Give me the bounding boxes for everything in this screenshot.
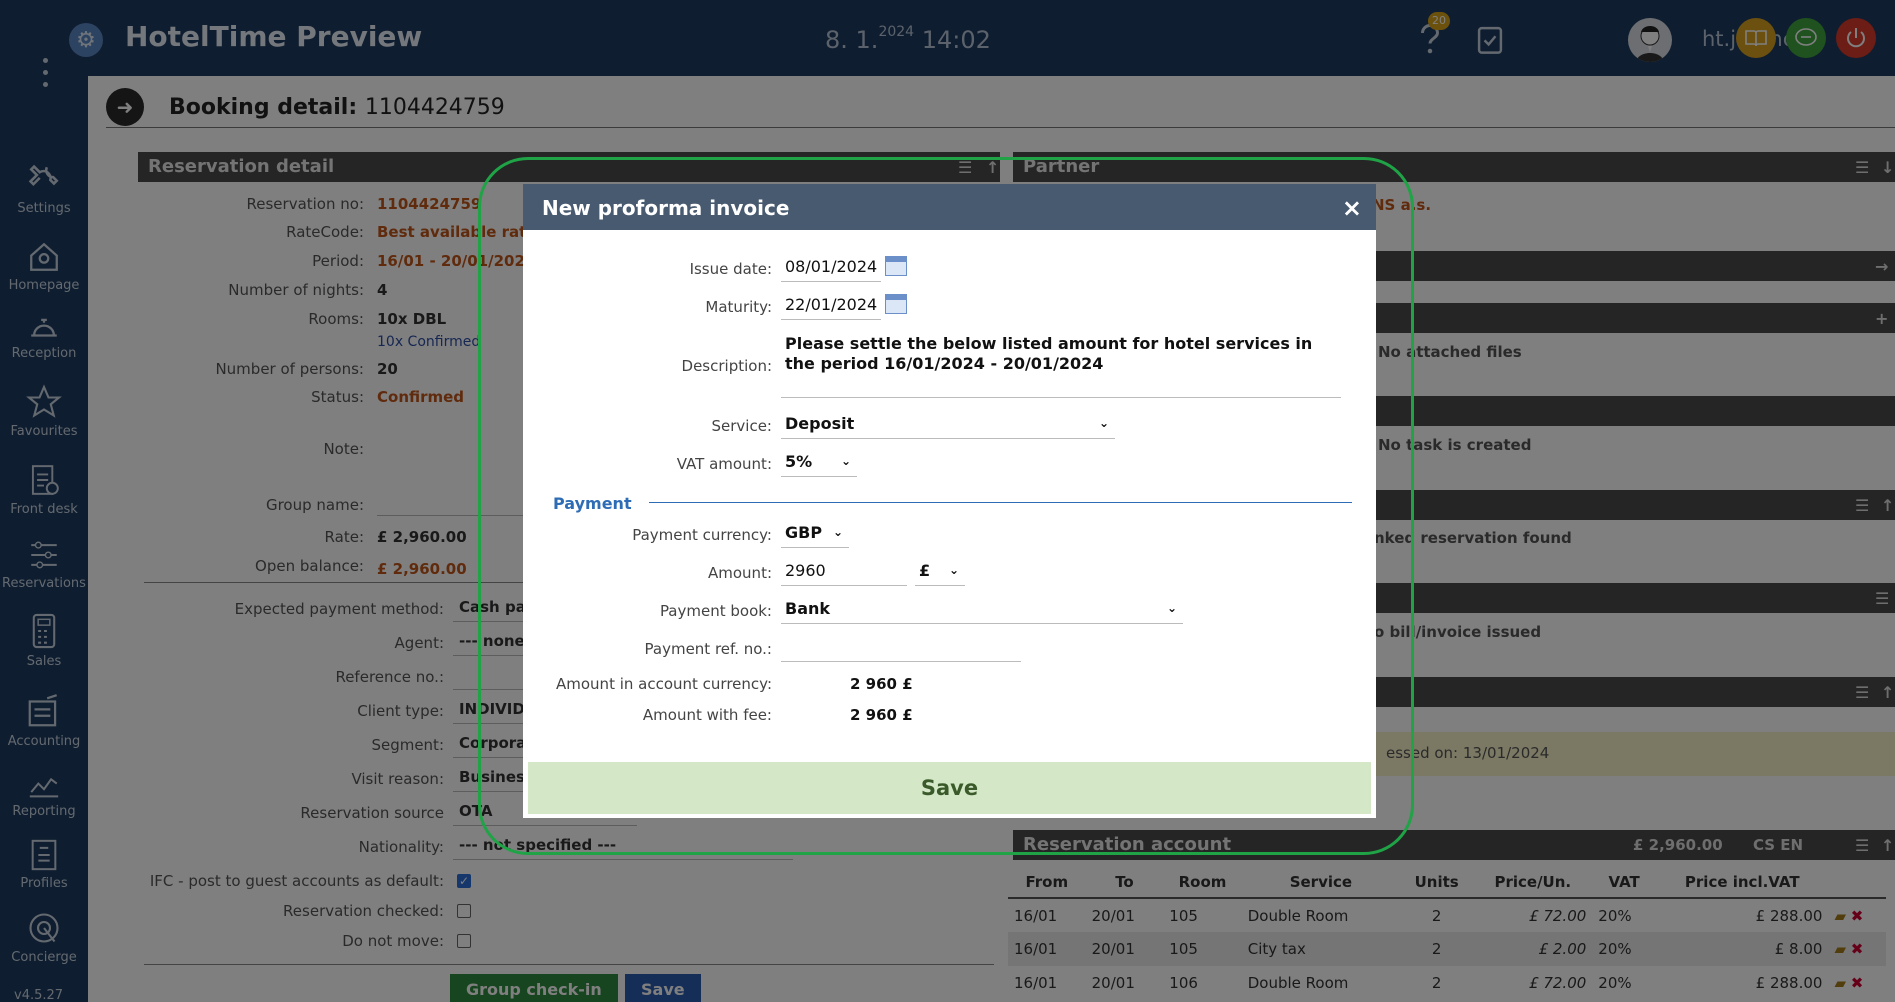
payment-ref-label: Payment ref. no.: [644, 640, 772, 658]
payment-book-select[interactable]: Bank ⌄ [781, 596, 1183, 624]
description-underline [781, 397, 1341, 398]
vat-select[interactable]: 5% ⌄ [781, 449, 857, 477]
payment-book-label: Payment book: [659, 602, 772, 620]
save-button[interactable]: Save [528, 762, 1371, 814]
payment-section-title: Payment [553, 494, 632, 513]
proforma-invoice-dialog: New proforma invoice × Issue date: 08/01… [523, 184, 1376, 818]
currency-select[interactable]: GBP ⌄ [781, 520, 849, 548]
service-select[interactable]: Deposit ⌄ [781, 411, 1115, 439]
chevron-down-icon: ⌄ [1166, 601, 1177, 615]
chevron-down-icon: ⌄ [840, 454, 851, 468]
account-amount-value: 2 960 £ [850, 675, 913, 693]
maturity-input[interactable]: 22/01/2024 [781, 292, 881, 320]
amount-currency-value: £ [919, 561, 931, 580]
calendar-icon[interactable] [885, 256, 907, 276]
amount-input[interactable]: 2960 [781, 558, 907, 586]
vat-label: VAT amount: [676, 455, 772, 473]
payment-book-value: Bank [785, 599, 831, 618]
fee-amount-value: 2 960 £ [850, 706, 913, 724]
fee-amount-label: Amount with fee: [642, 706, 772, 724]
maturity-label: Maturity: [705, 298, 772, 316]
calendar-icon[interactable] [885, 294, 907, 314]
description-label: Description: [681, 357, 772, 375]
vat-value: 5% [785, 452, 813, 471]
dialog-title: New proforma invoice [542, 196, 790, 220]
issue-date-input[interactable]: 08/01/2024 [781, 254, 881, 282]
dialog-header: New proforma invoice × [523, 184, 1376, 230]
description-input[interactable]: Please settle the below listed amount fo… [785, 334, 1345, 374]
chevron-down-icon: ⌄ [1098, 416, 1109, 430]
account-amount-label: Amount in account currency: [556, 675, 772, 693]
payment-ref-input[interactable] [781, 634, 1021, 662]
currency-label: Payment currency: [632, 526, 772, 544]
amount-label: Amount: [708, 564, 772, 582]
issue-date-label: Issue date: [689, 260, 772, 278]
service-value: Deposit [785, 414, 855, 433]
close-icon[interactable]: × [1342, 194, 1362, 222]
chevron-down-icon: ⌄ [948, 563, 959, 577]
amount-currency-select[interactable]: £ ⌄ [915, 558, 965, 586]
payment-section-divider [649, 502, 1352, 503]
currency-value: GBP [785, 523, 823, 542]
service-label: Service: [711, 417, 773, 435]
chevron-down-icon: ⌄ [832, 525, 843, 539]
